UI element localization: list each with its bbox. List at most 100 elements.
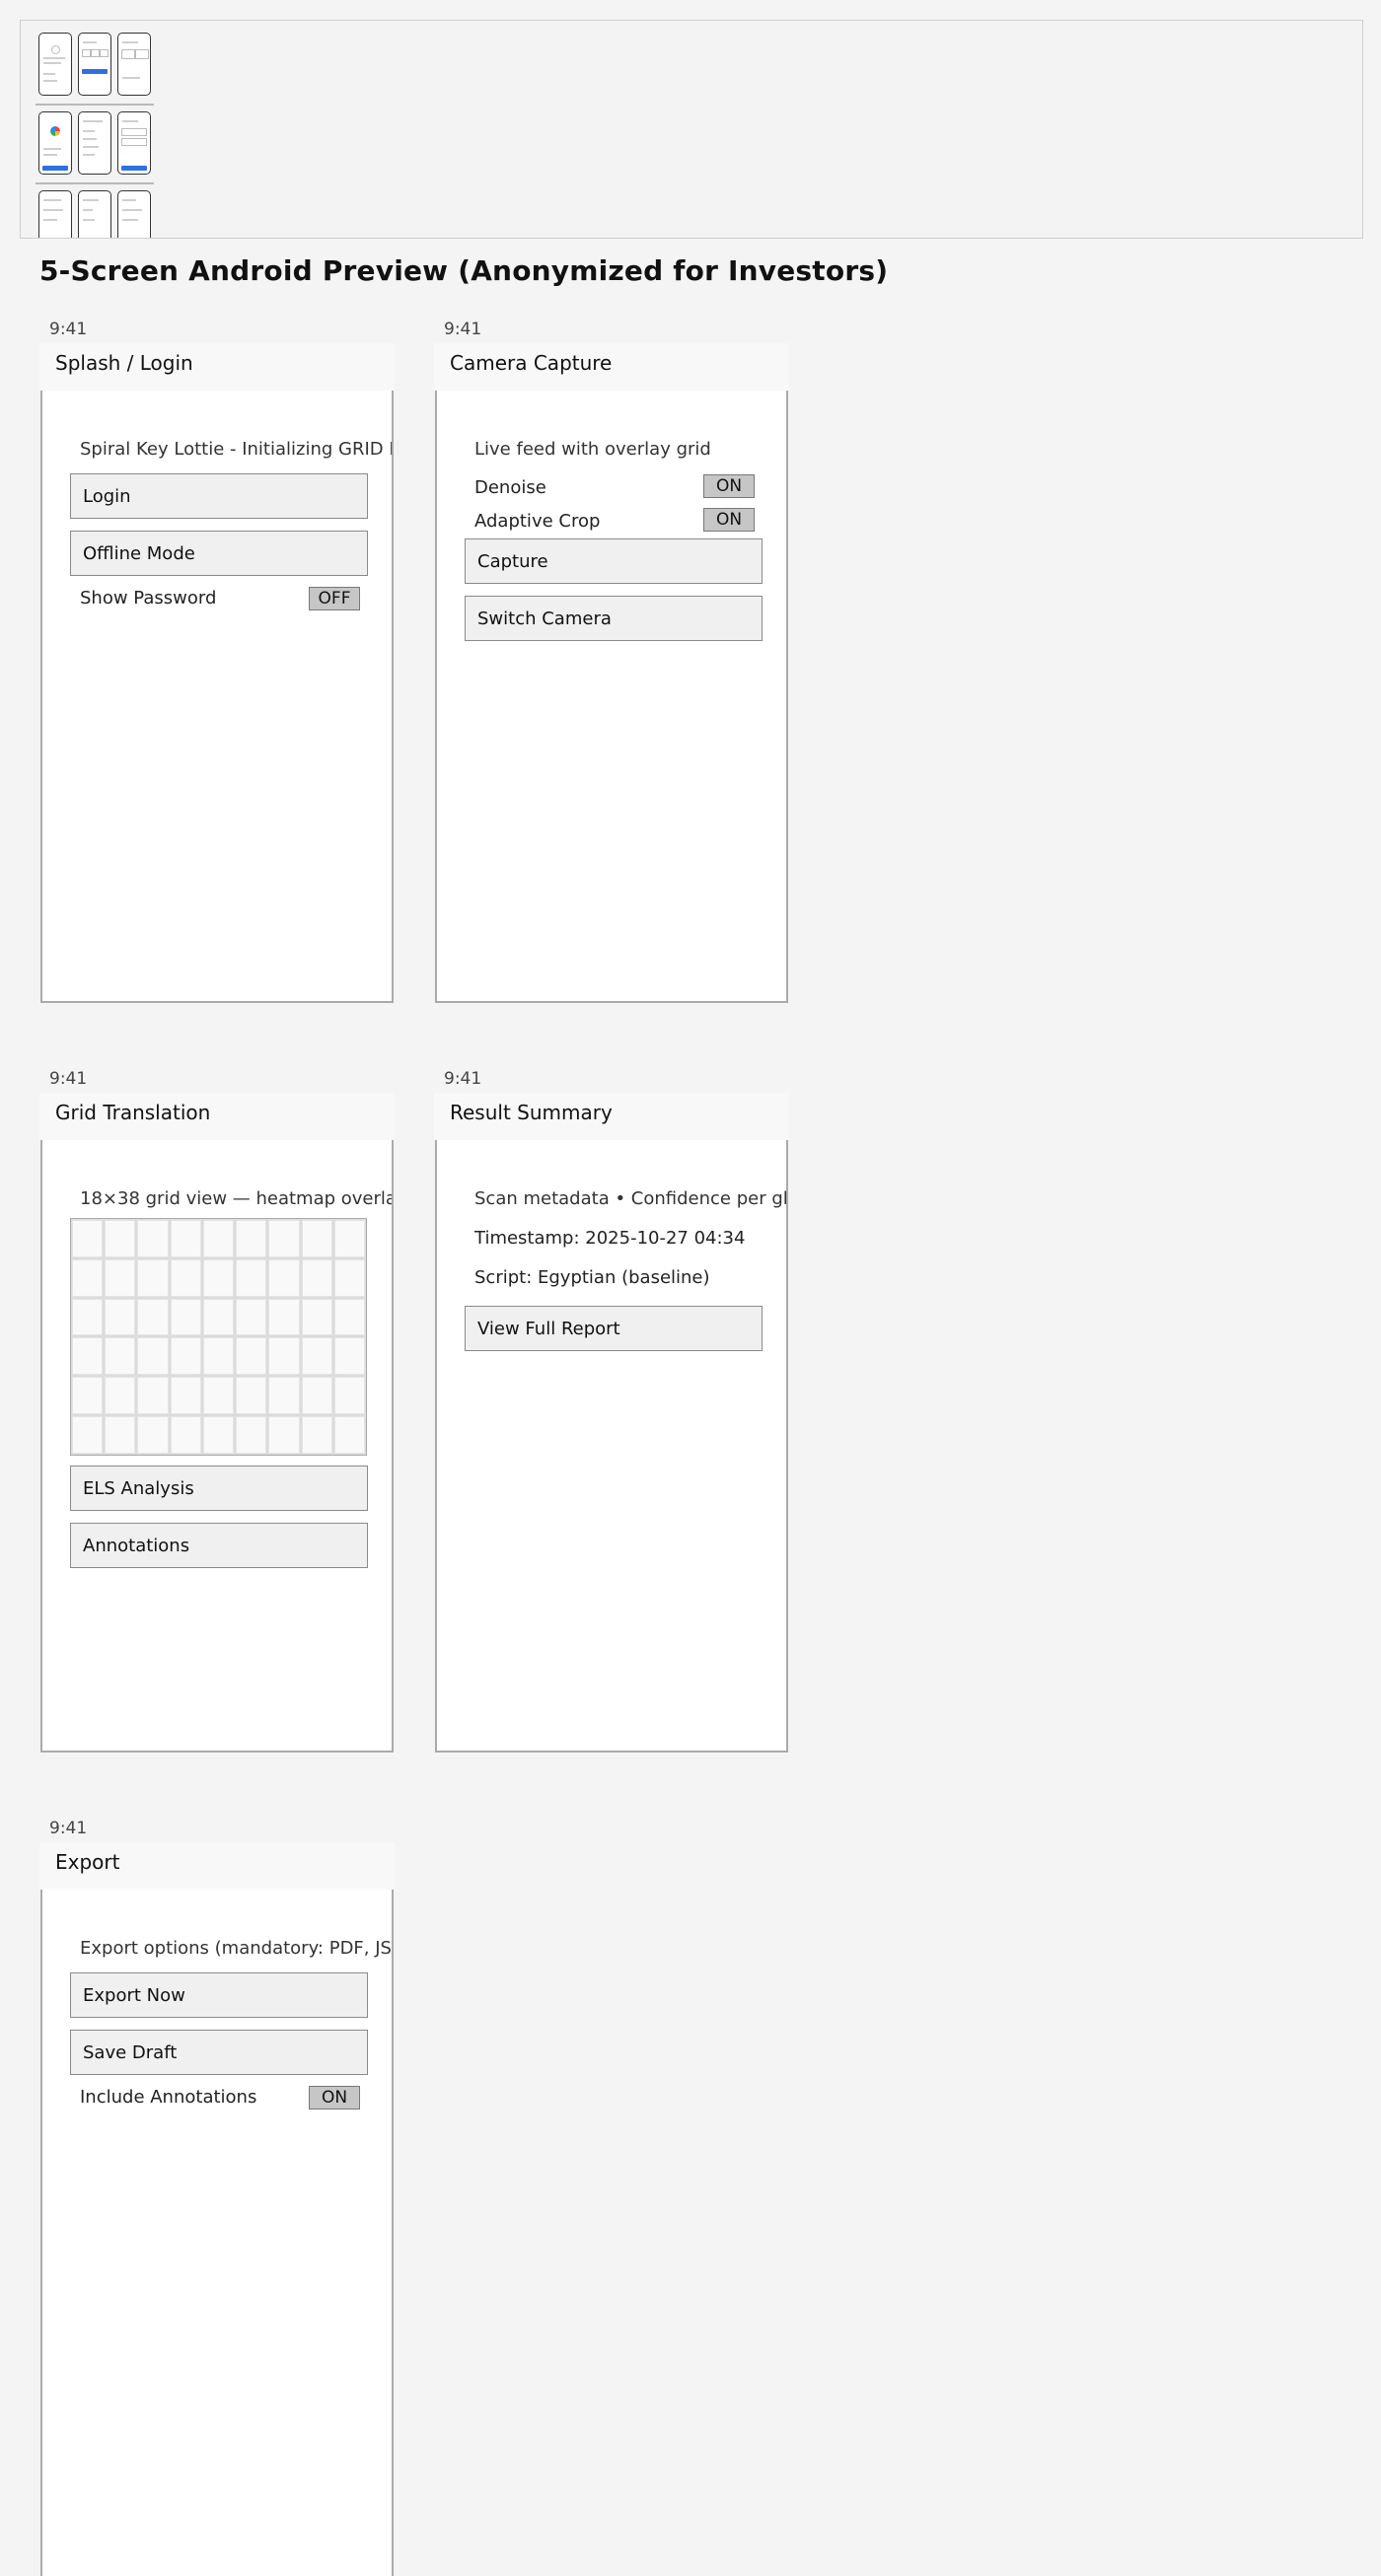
grid-cell[interactable] <box>202 1258 235 1297</box>
screen-description: Live feed with overlay grid <box>474 439 711 460</box>
thumbnail-screen[interactable] <box>78 33 111 96</box>
grid-cell[interactable] <box>105 1220 136 1257</box>
grid-cell[interactable] <box>333 1416 365 1454</box>
grid-cell[interactable] <box>236 1377 267 1415</box>
status-bar-time: 9:41 <box>49 320 88 339</box>
grid-cell[interactable] <box>202 1298 235 1336</box>
heatmap-grid[interactable] <box>70 1218 367 1456</box>
show-password-toggle[interactable]: OFF <box>309 587 360 610</box>
grid-cell[interactable] <box>170 1416 201 1454</box>
grid-cell[interactable] <box>333 1337 365 1376</box>
screen-description: Spiral Key Lottie - Initializing GRID En… <box>80 439 392 460</box>
thumbnail-screen[interactable] <box>117 111 151 175</box>
grid-cell[interactable] <box>301 1298 332 1336</box>
grid-cell[interactable] <box>268 1258 300 1297</box>
grid-cell[interactable] <box>333 1298 365 1336</box>
grid-cell[interactable] <box>268 1220 300 1257</box>
grid-cell[interactable] <box>301 1258 332 1297</box>
grid-cell[interactable] <box>268 1377 300 1415</box>
grid-cell[interactable] <box>137 1220 169 1257</box>
grid-cell[interactable] <box>72 1220 104 1257</box>
screen-splash-login: 9:41 Splash / Login Spiral Key Lottie - … <box>39 318 395 1003</box>
grid-cell[interactable] <box>72 1258 104 1297</box>
grid-cell[interactable] <box>202 1337 235 1376</box>
grid-cell[interactable] <box>202 1377 235 1415</box>
switch-camera-button[interactable]: Switch Camera <box>465 596 763 641</box>
grid-cell[interactable] <box>105 1258 136 1297</box>
thumbnail-screen[interactable] <box>38 33 72 96</box>
grid-cell[interactable] <box>72 1298 104 1336</box>
grid-cell[interactable] <box>236 1337 267 1376</box>
screen-description: 18×38 grid view — heatmap overlay <box>80 1188 394 1209</box>
grid-cell[interactable] <box>333 1220 365 1257</box>
export-now-button[interactable]: Export Now <box>70 1972 368 2018</box>
grid-cell[interactable] <box>137 1416 169 1454</box>
screen-grid-translation: 9:41 Grid Translation 18×38 grid view — … <box>39 1067 395 1753</box>
thumbnail-overview <box>20 20 1363 239</box>
save-draft-button[interactable]: Save Draft <box>70 2030 368 2075</box>
screen-result-summary: 9:41 Result Summary Scan metadata • Conf… <box>434 1067 789 1753</box>
grid-cell[interactable] <box>170 1220 201 1257</box>
grid-cell[interactable] <box>301 1220 332 1257</box>
grid-cell[interactable] <box>137 1258 169 1297</box>
annotations-button[interactable]: Annotations <box>70 1523 368 1568</box>
screen-export: 9:41 Export Export options (mandatory: P… <box>39 1817 395 2576</box>
grid-cell[interactable] <box>137 1337 169 1376</box>
grid-cell[interactable] <box>301 1377 332 1415</box>
thumbnail-screen[interactable] <box>117 190 151 238</box>
grid-cell[interactable] <box>137 1298 169 1336</box>
grid-cell[interactable] <box>268 1298 300 1336</box>
status-bar-time: 9:41 <box>444 320 482 339</box>
thumbnail-screen[interactable] <box>78 111 111 175</box>
page-title: 5-Screen Android Preview (Anonymized for… <box>39 254 889 287</box>
grid-cell[interactable] <box>333 1258 365 1297</box>
grid-cell[interactable] <box>236 1258 267 1297</box>
thumbnail-screen[interactable] <box>117 33 151 96</box>
grid-cell[interactable] <box>236 1416 267 1454</box>
include-annotations-toggle[interactable]: ON <box>309 2086 360 2110</box>
status-bar-time: 9:41 <box>444 1069 482 1089</box>
capture-button[interactable]: Capture <box>465 538 763 584</box>
screen-frame: Live feed with overlay grid Denoise ON A… <box>435 367 788 1003</box>
grid-cell[interactable] <box>170 1377 201 1415</box>
screen-description: Scan metadata • Confidence per glyph <box>474 1188 788 1209</box>
scan-timestamp: Timestamp: 2025-10-27 04:34 <box>474 1228 746 1249</box>
grid-cell[interactable] <box>268 1416 300 1454</box>
grid-cell[interactable] <box>170 1258 201 1297</box>
grid-cell[interactable] <box>105 1337 136 1376</box>
grid-cell[interactable] <box>236 1298 267 1336</box>
scan-script: Script: Egyptian (baseline) <box>474 1267 710 1288</box>
grid-cell[interactable] <box>170 1337 201 1376</box>
login-button[interactable]: Login <box>70 473 368 519</box>
app-bar-title: Grid Translation <box>39 1093 395 1140</box>
denoise-toggle[interactable]: ON <box>703 474 755 498</box>
view-full-report-button[interactable]: View Full Report <box>465 1306 763 1351</box>
screen-frame: 18×38 grid view — heatmap overlay ELS An… <box>40 1116 394 1753</box>
grid-cell[interactable] <box>301 1416 332 1454</box>
offline-mode-button[interactable]: Offline Mode <box>70 531 368 576</box>
grid-cell[interactable] <box>202 1220 235 1257</box>
grid-cell[interactable] <box>170 1298 201 1336</box>
grid-cell[interactable] <box>72 1416 104 1454</box>
grid-cell[interactable] <box>137 1377 169 1415</box>
grid-cell[interactable] <box>105 1377 136 1415</box>
grid-cell[interactable] <box>301 1337 332 1376</box>
thumbnail-screen[interactable] <box>78 190 111 238</box>
grid-cell[interactable] <box>236 1220 267 1257</box>
adaptive-crop-toggle[interactable]: ON <box>703 508 755 532</box>
grid-cell[interactable] <box>72 1337 104 1376</box>
thumbnail-screen[interactable] <box>38 190 72 238</box>
app-bar-title: Camera Capture <box>434 343 789 391</box>
app-bar-title: Export <box>39 1842 395 1890</box>
els-analysis-button[interactable]: ELS Analysis <box>70 1466 368 1511</box>
grid-cell[interactable] <box>333 1377 365 1415</box>
grid-cell[interactable] <box>72 1377 104 1415</box>
grid-cell[interactable] <box>105 1416 136 1454</box>
thumbnail-screen[interactable] <box>38 111 72 175</box>
grid-cell[interactable] <box>105 1298 136 1336</box>
status-bar-time: 9:41 <box>49 1819 88 1838</box>
grid-cell[interactable] <box>202 1416 235 1454</box>
screen-camera-capture: 9:41 Camera Capture Live feed with overl… <box>434 318 789 1003</box>
screen-description: Export options (mandatory: PDF, JSON) <box>80 1938 394 1959</box>
grid-cell[interactable] <box>268 1337 300 1376</box>
